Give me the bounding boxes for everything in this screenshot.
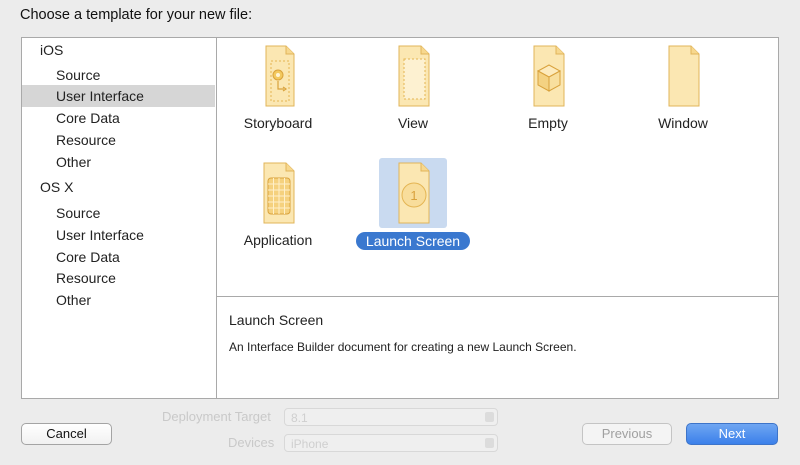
sidebar-group-osx: OS X — [40, 179, 74, 195]
description-title: Launch Screen — [229, 312, 324, 328]
sidebar-item-osx-user-interface[interactable]: User Interface — [22, 224, 215, 246]
application-grid-document-icon — [244, 158, 312, 228]
svg-text:1: 1 — [410, 188, 417, 203]
cancel-button[interactable]: Cancel — [21, 423, 112, 445]
background-deployment-label: Deployment Target — [162, 409, 271, 424]
sidebar-item-osx-source[interactable]: Source — [22, 202, 215, 224]
template-label: Empty — [528, 115, 568, 131]
template-empty[interactable]: Empty — [488, 41, 608, 151]
sidebar-item-label: User Interface — [56, 227, 144, 243]
background-deployment-select: 8.1 — [284, 408, 498, 426]
view-document-icon — [379, 41, 447, 111]
sidebar-item-osx-other[interactable]: Other — [22, 289, 215, 311]
sidebar-item-label: Other — [56, 292, 92, 308]
background-devices-value: iPhone — [291, 437, 329, 451]
template-label: Storyboard — [243, 115, 313, 131]
background-devices-label: Devices — [228, 435, 275, 450]
template-storyboard[interactable]: Storyboard — [218, 41, 338, 151]
sidebar-item-label: User Interface — [56, 88, 144, 104]
sidebar-item-ios-source[interactable]: Source — [22, 64, 215, 86]
template-label: Application — [243, 232, 313, 248]
template-launch-screen[interactable]: 1 Launch Screen — [353, 158, 473, 268]
template-label: View — [397, 115, 429, 131]
sidebar-item-ios-resource[interactable]: Resource — [22, 129, 215, 151]
sidebar-item-label: Source — [56, 205, 101, 221]
window-document-icon — [649, 41, 717, 111]
template-window[interactable]: Window — [623, 41, 743, 151]
platform-sidebar: iOS Source User Interface Core Data Reso… — [22, 38, 217, 398]
sidebar-item-ios-core-data[interactable]: Core Data — [22, 107, 215, 129]
template-description-panel: Launch Screen An Interface Builder docum… — [217, 297, 778, 398]
launch-screen-document-icon: 1 — [379, 158, 447, 228]
sidebar-item-label: Other — [56, 154, 92, 170]
storyboard-document-icon — [244, 41, 312, 111]
template-view[interactable]: View — [353, 41, 473, 151]
sidebar-item-ios-user-interface[interactable]: User Interface — [22, 85, 215, 107]
sidebar-group-ios: iOS — [40, 42, 64, 58]
empty-cube-document-icon — [514, 41, 582, 111]
sidebar-item-label: Core Data — [56, 110, 120, 126]
template-chooser: iOS Source User Interface Core Data Reso… — [21, 37, 779, 399]
sidebar-item-label: Resource — [56, 132, 116, 148]
sidebar-item-label: Core Data — [56, 249, 120, 265]
template-label: Window — [658, 115, 708, 131]
template-label: Launch Screen — [353, 232, 473, 250]
sidebar-item-osx-core-data[interactable]: Core Data — [22, 246, 215, 268]
dialog-prompt: Choose a template for your new file: — [20, 7, 253, 23]
sidebar-item-osx-resource[interactable]: Resource — [22, 267, 215, 289]
description-text: An Interface Builder document for creati… — [229, 340, 577, 354]
previous-button[interactable]: Previous — [582, 423, 672, 445]
next-button[interactable]: Next — [686, 423, 778, 445]
sidebar-item-label: Resource — [56, 270, 116, 286]
background-deployment-value: 8.1 — [291, 411, 308, 425]
background-devices-select: iPhone — [284, 434, 498, 452]
template-grid: Storyboard View Empty Window Application… — [217, 38, 778, 297]
chevron-down-icon — [485, 412, 494, 422]
sidebar-item-label: Source — [56, 67, 101, 83]
sidebar-item-ios-other[interactable]: Other — [22, 151, 215, 173]
template-application[interactable]: Application — [218, 158, 338, 268]
chevron-down-icon — [485, 438, 494, 448]
